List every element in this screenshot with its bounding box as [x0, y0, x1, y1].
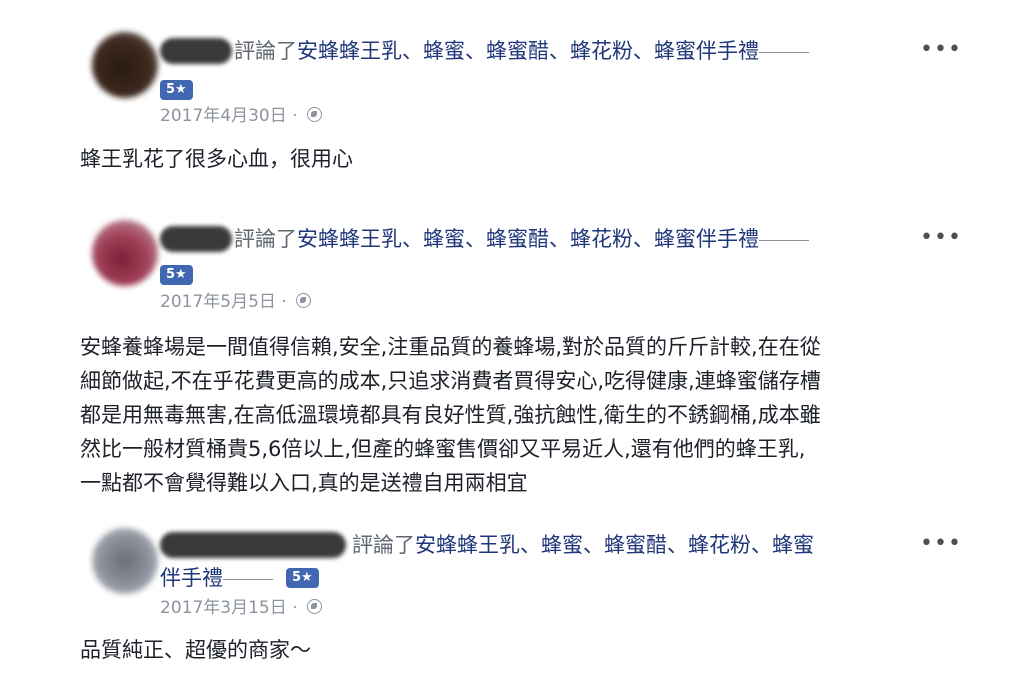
avatar[interactable]	[92, 528, 158, 594]
review-meta: 2017年3月15日 ·	[160, 596, 322, 620]
review-headline-continued: 伴手禮	[160, 563, 273, 593]
review-card: 評論了安蜂蜂王乳、蜂蜜、蜂蜜醋、蜂花粉、蜂蜜 伴手禮 ••• 5★ 2017年3…	[0, 0, 1024, 682]
globe-icon	[306, 599, 322, 614]
review-body: 品質純正、超優的商家～	[80, 633, 311, 667]
page-link[interactable]: 安蜂蜂王乳、蜂蜜、蜂蜜醋、蜂花粉、蜂蜜	[415, 533, 814, 557]
divider-line	[223, 578, 273, 580]
more-options-icon[interactable]: •••	[920, 533, 962, 555]
rating-badge: 5★	[286, 568, 319, 588]
page-link[interactable]: 伴手禮	[160, 566, 223, 590]
review-text-line: 品質純正、超優的商家～	[80, 638, 311, 662]
review-date[interactable]: 2017年3月15日	[160, 598, 287, 618]
redacted-user-name[interactable]	[160, 532, 346, 558]
review-verb: 評論了	[352, 533, 415, 557]
review-headline: 評論了安蜂蜂王乳、蜂蜜、蜂蜜醋、蜂花粉、蜂蜜	[352, 530, 814, 560]
meta-separator: ·	[286, 598, 303, 618]
